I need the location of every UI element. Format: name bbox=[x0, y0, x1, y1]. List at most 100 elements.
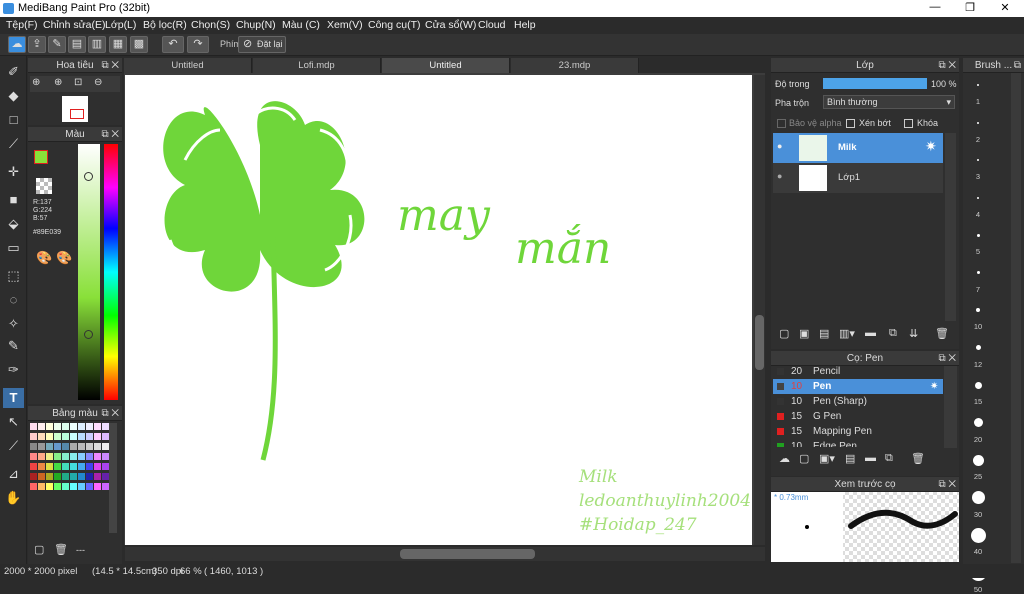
lasso-tool-icon[interactable]: ◌ bbox=[3, 290, 24, 310]
menu-cloud[interactable]: Cloud bbox=[478, 19, 505, 31]
new-palette-icon[interactable]: ▢ bbox=[34, 543, 44, 556]
palette-swatch[interactable] bbox=[94, 443, 101, 450]
brush-size-dot[interactable] bbox=[977, 121, 979, 124]
palette-swatch[interactable] bbox=[62, 423, 69, 430]
palette-swatch[interactable] bbox=[46, 453, 53, 460]
palette-swatch[interactable] bbox=[94, 483, 101, 490]
palette-swatch[interactable] bbox=[94, 463, 101, 470]
zoom-in-icon[interactable]: ⊕ bbox=[32, 77, 40, 88]
palette-swatch[interactable] bbox=[46, 433, 53, 440]
select-eraser-tool-icon[interactable]: ✑ bbox=[3, 360, 24, 380]
line-tool-icon[interactable]: ⟋ bbox=[3, 134, 24, 154]
brush-row-pen[interactable]: 10 Pen ✷ bbox=[773, 379, 943, 394]
merge-layer-icon[interactable]: ⇊ bbox=[909, 327, 918, 340]
palette-swatch[interactable] bbox=[102, 443, 109, 450]
palette-swatch[interactable] bbox=[54, 443, 61, 450]
zoom-out-icon[interactable]: ⊖ bbox=[94, 77, 102, 88]
gradient-tool-icon[interactable]: ▭ bbox=[3, 238, 24, 258]
palette-swatch[interactable] bbox=[62, 463, 69, 470]
palette-swatch[interactable] bbox=[102, 463, 109, 470]
palette-swatch[interactable] bbox=[86, 443, 93, 450]
redo-icon[interactable]: ↷ bbox=[187, 36, 209, 53]
palette-swatch[interactable] bbox=[78, 423, 85, 430]
canvas-vscroll[interactable] bbox=[754, 75, 765, 545]
cloud-icon[interactable]: ☁ bbox=[8, 36, 26, 53]
palette-swatch[interactable] bbox=[70, 443, 77, 450]
minimize-button[interactable]: — bbox=[920, 1, 950, 16]
palette-swatch[interactable] bbox=[78, 463, 85, 470]
move-tool-icon[interactable]: ✛ bbox=[3, 162, 24, 182]
palette-swatch[interactable] bbox=[38, 483, 45, 490]
palette-swatch[interactable] bbox=[38, 423, 45, 430]
palette-swatch[interactable] bbox=[54, 433, 61, 440]
brush-row-g-pen[interactable]: 15 G Pen bbox=[773, 409, 943, 424]
palette-swatch[interactable] bbox=[70, 463, 77, 470]
palette-swatch[interactable] bbox=[86, 483, 93, 490]
eye-icon[interactable]: ● bbox=[777, 171, 782, 181]
palette-swatch[interactable] bbox=[94, 423, 101, 430]
select-rect-tool-icon[interactable]: ⬚ bbox=[3, 266, 24, 286]
palette-swatch[interactable] bbox=[54, 473, 61, 480]
menu-view[interactable]: Xem(V) bbox=[327, 19, 363, 31]
close-icon[interactable]: ⧉ ✕ bbox=[101, 127, 119, 142]
page-list-icon[interactable]: ▦ bbox=[109, 36, 127, 53]
layer-row-layer1[interactable]: ● Lớp1 bbox=[773, 163, 943, 193]
palette-swatch[interactable] bbox=[62, 483, 69, 490]
brush-size-dot[interactable] bbox=[976, 308, 980, 312]
brush-row-pencil[interactable]: 20 Pencil bbox=[773, 364, 943, 379]
palette-swatch[interactable] bbox=[38, 463, 45, 470]
palette-swatch[interactable] bbox=[78, 443, 85, 450]
menu-edit[interactable]: Chỉnh sửa(E) bbox=[43, 19, 105, 31]
brush-size-dot[interactable] bbox=[977, 159, 979, 161]
brush-size-dot[interactable] bbox=[970, 527, 986, 543]
menu-window[interactable]: Cửa sổ(W) bbox=[425, 19, 476, 31]
palette-swatch[interactable] bbox=[30, 453, 37, 460]
brush-size-dot[interactable] bbox=[971, 491, 985, 504]
grid-icon[interactable]: ▩ bbox=[130, 36, 148, 53]
layer-scrollbar[interactable] bbox=[945, 133, 956, 323]
menu-select[interactable]: Chọn(S) bbox=[191, 19, 230, 31]
palette-swatch[interactable] bbox=[102, 433, 109, 440]
palette-swatch[interactable] bbox=[70, 453, 77, 460]
palette-swatch[interactable] bbox=[30, 433, 37, 440]
tab-23[interactable]: 23.mdp bbox=[511, 58, 639, 73]
tab-untitled-2[interactable]: Untitled bbox=[382, 58, 510, 73]
brush-size-dot[interactable] bbox=[972, 454, 984, 466]
undo-icon[interactable]: ↶ bbox=[162, 36, 184, 53]
navigator-thumbnail[interactable] bbox=[62, 96, 88, 122]
palette-scrollbar[interactable] bbox=[109, 423, 117, 533]
import-brush-icon[interactable]: ▤ bbox=[845, 452, 855, 465]
canvas-hscroll[interactable] bbox=[125, 547, 765, 561]
clipping-checkbox[interactable] bbox=[846, 119, 855, 128]
add-layer-menu-icon[interactable]: ▥▾ bbox=[839, 327, 855, 340]
brush-size-dot[interactable] bbox=[975, 345, 981, 350]
new-layer-1bit-icon[interactable]: ▤ bbox=[819, 327, 829, 340]
zoom-in-icon-2[interactable]: ⊕ bbox=[54, 77, 62, 88]
brush-row-pen-sharp[interactable]: 10 Pen (Sharp) bbox=[773, 394, 943, 409]
close-icon[interactable]: ⧉ ✕ bbox=[938, 58, 956, 73]
menu-file[interactable]: Tệp(F) bbox=[6, 19, 38, 31]
magic-wand-tool-icon[interactable]: ✧ bbox=[3, 314, 24, 334]
brightness-slider[interactable] bbox=[78, 144, 100, 400]
palette-add-icon[interactable]: 🎨 bbox=[56, 250, 72, 266]
cloud-brush-icon[interactable]: ☁ bbox=[779, 452, 790, 465]
menu-color[interactable]: Màu (C) bbox=[282, 19, 320, 31]
brush-size-scrollbar[interactable] bbox=[1011, 73, 1021, 563]
brush-size-dot[interactable] bbox=[976, 233, 980, 237]
palette-swatch[interactable] bbox=[30, 473, 37, 480]
palette-swatch[interactable] bbox=[70, 423, 77, 430]
brush-row-mapping-pen[interactable]: 15 Mapping Pen bbox=[773, 424, 943, 439]
brush-size-dot[interactable] bbox=[974, 381, 982, 389]
new-layer-icon[interactable]: ▢ bbox=[779, 327, 789, 340]
eyedropper-tool-icon[interactable]: ⊿ bbox=[3, 464, 24, 484]
palette-swatch[interactable] bbox=[30, 463, 37, 470]
palette-swatch[interactable] bbox=[102, 483, 109, 490]
palette-swatch[interactable] bbox=[78, 433, 85, 440]
brush-size-dot[interactable] bbox=[977, 196, 979, 199]
palette-swatch-grid[interactable] bbox=[30, 423, 110, 533]
palette-swatch[interactable] bbox=[46, 473, 53, 480]
eraser-tool-icon[interactable]: ◆ bbox=[3, 86, 24, 106]
palette-swatch[interactable] bbox=[94, 453, 101, 460]
lock-checkbox[interactable] bbox=[904, 119, 913, 128]
palette-swatch[interactable] bbox=[46, 483, 53, 490]
